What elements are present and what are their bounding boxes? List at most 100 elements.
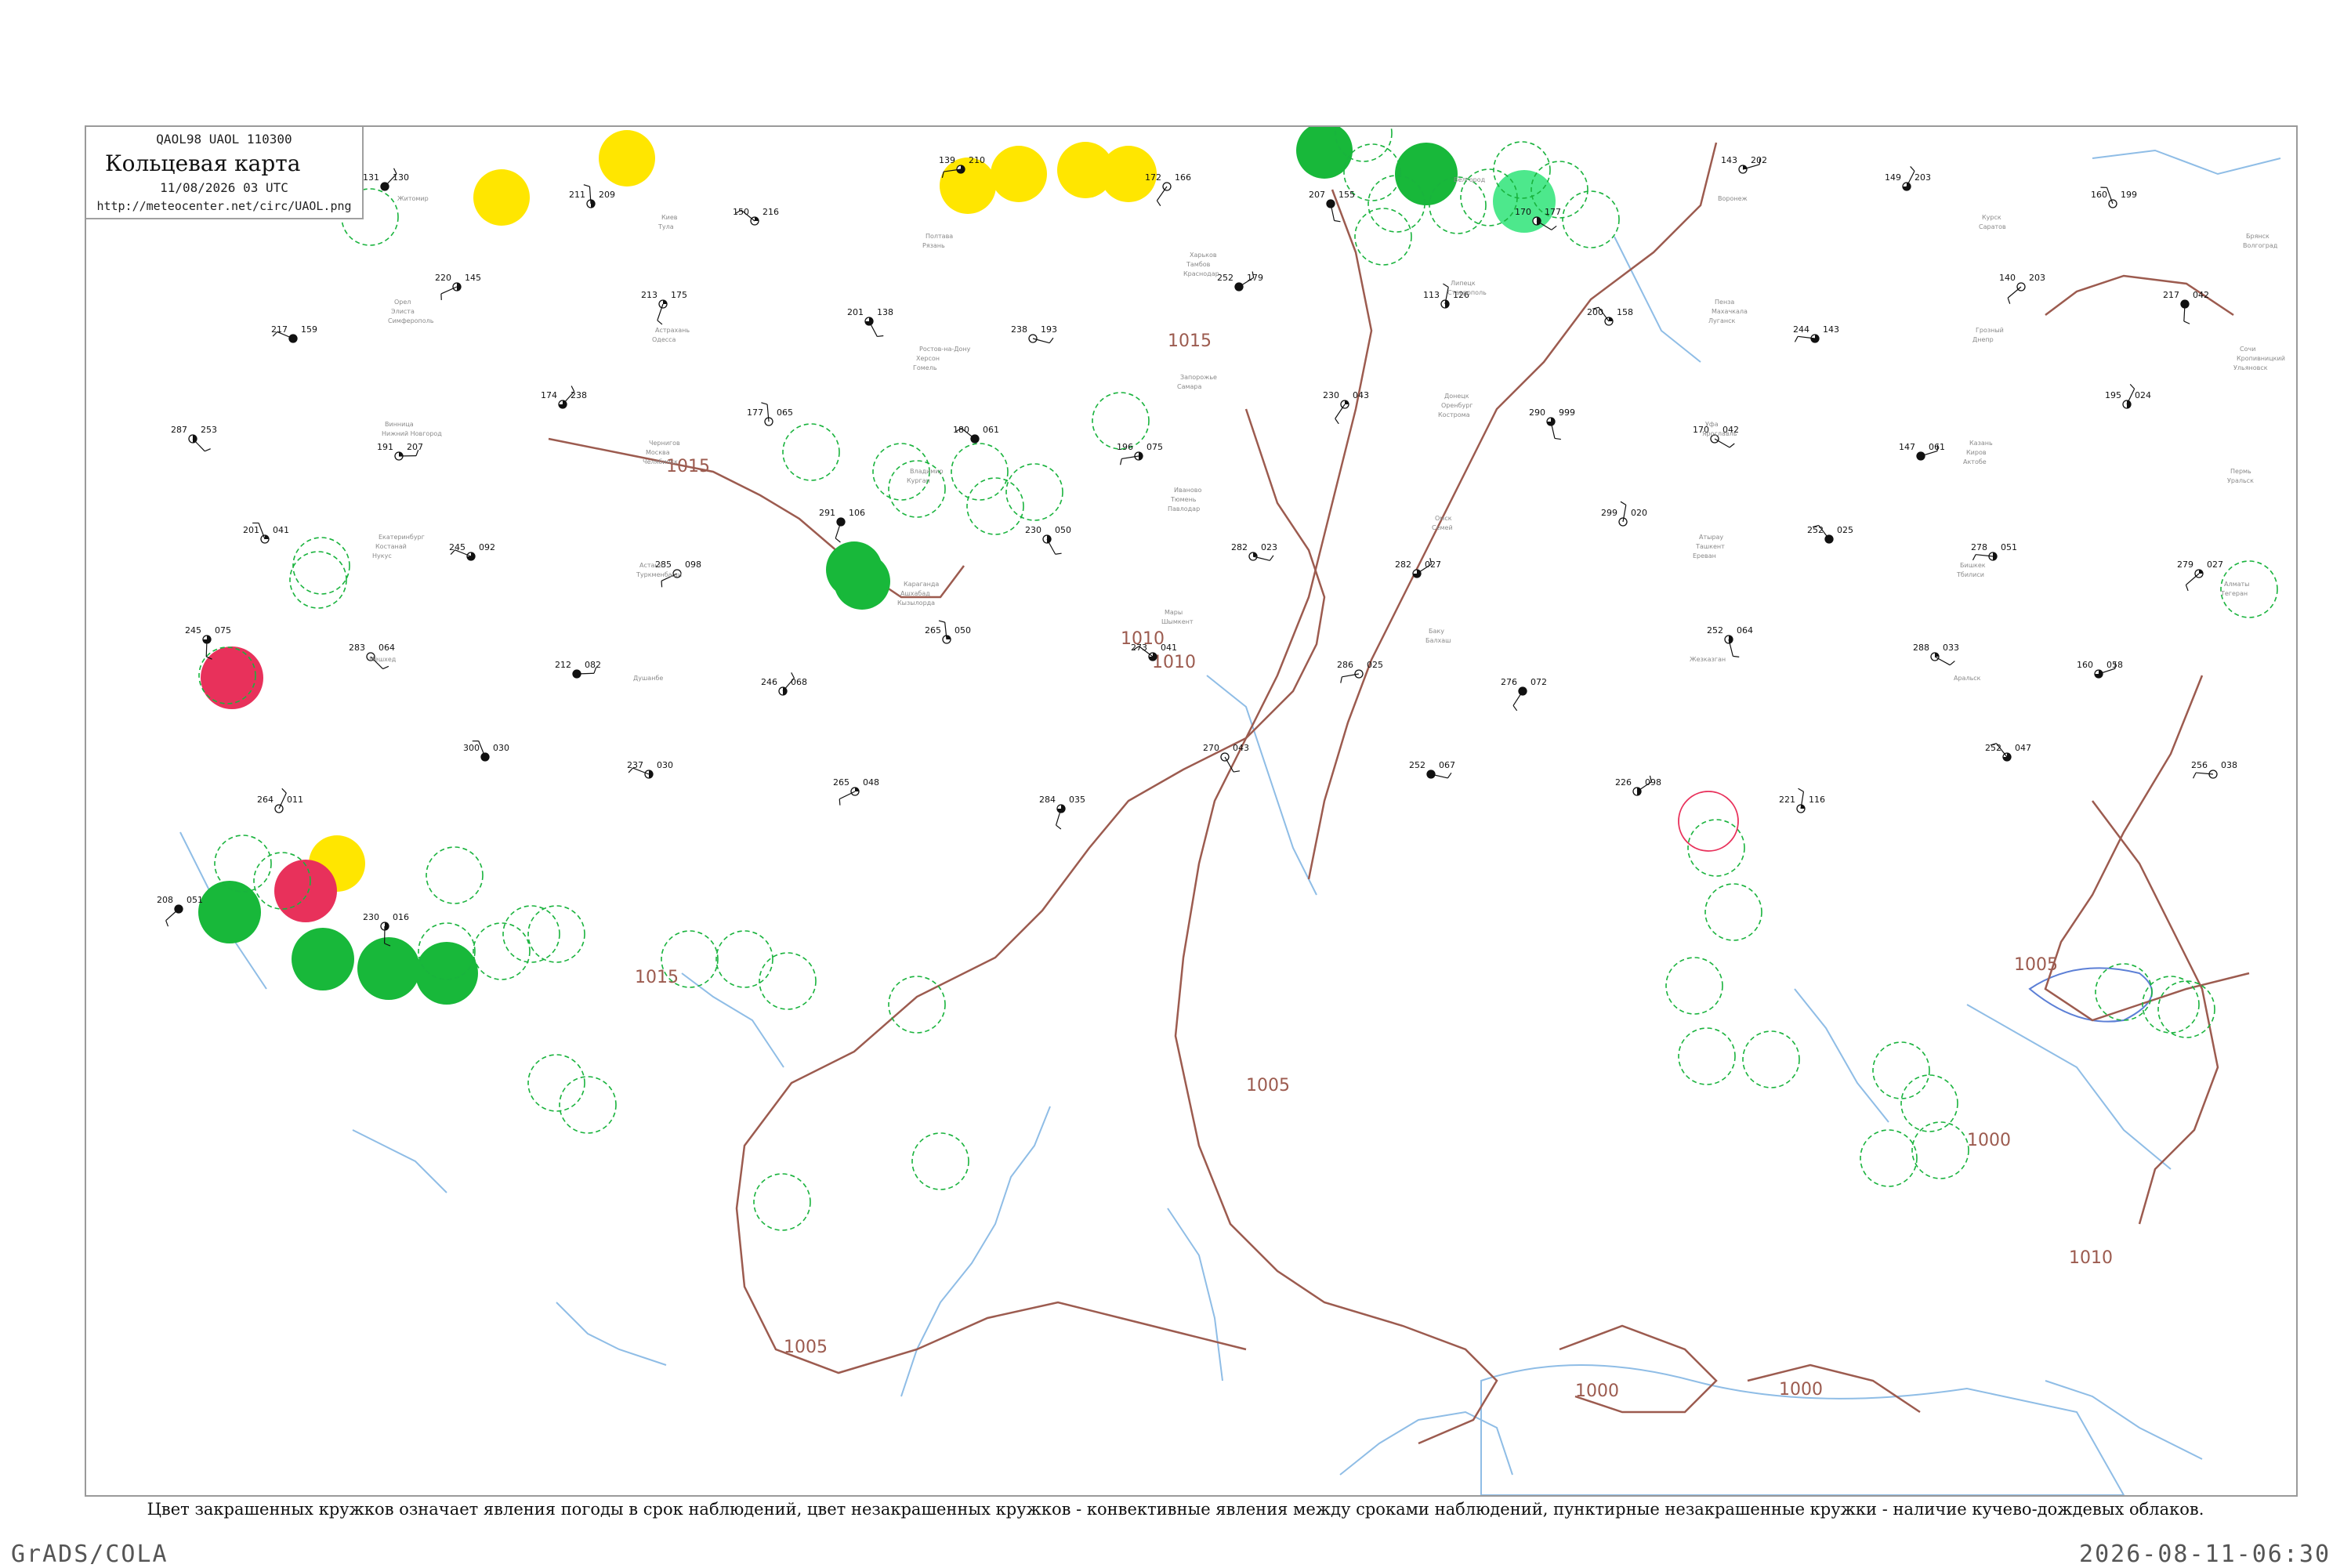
wind-barb-feather (1049, 338, 1053, 342)
source-url[interactable]: http://meteocenter.net/circ/UAOL.png (86, 199, 362, 213)
station-plot: 282023 (1231, 542, 1277, 560)
wind-barb-feather (1799, 788, 1804, 791)
city-label: Оренбург (1441, 402, 1473, 409)
station-temperature: 256 (2191, 760, 2208, 770)
station-temperature: 230 (363, 912, 379, 922)
cb-circle (889, 976, 945, 1033)
station-pressure: 999 (1559, 407, 1575, 418)
wind-barb-feather (1335, 418, 1339, 424)
station-plot: 256038 (2191, 760, 2237, 778)
city-label: Туркменбаши (636, 571, 682, 578)
station-pressure: 210 (969, 155, 985, 165)
city-label: Астрахань (655, 327, 690, 334)
cb-circle (473, 923, 530, 980)
cb-circle (1679, 1028, 1735, 1085)
station-plot: 252179 (1217, 271, 1263, 291)
station-pressure: 027 (2207, 559, 2223, 570)
wind-barb (1513, 691, 1523, 705)
station-temperature: 279 (2177, 559, 2193, 570)
city-label: Семей (1432, 524, 1453, 531)
station-plot: 220145 (435, 273, 481, 300)
river-line (682, 973, 784, 1067)
cb-circle (1873, 1042, 1929, 1099)
wind-barb (193, 439, 205, 451)
wind-barb (2127, 389, 2135, 404)
city-label: Челябинск (643, 458, 678, 465)
station-temperature: 226 (1615, 777, 1632, 788)
weather-circle-precip_green (1395, 143, 1458, 205)
river-line (1340, 1412, 1512, 1475)
station-plot: 195024 (2105, 384, 2151, 408)
station-temperature: 252 (1707, 625, 1723, 636)
city-label: Полтава (926, 233, 953, 240)
river-line (1168, 1208, 1223, 1381)
city-labels: РовноЖитомирКиевПолтаваХарьковБелгородВо… (133, 176, 2285, 682)
station-pressure: 064 (379, 643, 395, 653)
weather-circle-thunder_red (274, 860, 337, 922)
station-plot: 212082 (555, 660, 601, 678)
station-pressure: 050 (955, 625, 971, 636)
station-pressure: 035 (1069, 795, 1085, 805)
isobar-label: 1000 (1575, 1382, 1619, 1401)
isobar-layer: 1015101510101010100510051005100010001000… (549, 143, 2249, 1443)
city-label: Москва (646, 449, 670, 456)
station-pressure: 041 (1161, 643, 1177, 653)
cb-circle (560, 1077, 616, 1133)
city-label: Одесса (652, 336, 676, 343)
station-temperature: 212 (555, 660, 571, 670)
cloud-cover-quarter (1253, 552, 1257, 556)
station-pressure: 043 (1353, 390, 1369, 400)
station-pressure: 203 (1914, 172, 1931, 183)
wind-barb (1935, 657, 1950, 665)
isobar-label: 1010 (2069, 1248, 2113, 1268)
station-temperature: 201 (243, 525, 259, 535)
station-temperature: 265 (925, 625, 941, 636)
station-temperature: 207 (1309, 190, 1325, 200)
city-label: Баку (1429, 628, 1444, 635)
station-temperature: 131 (363, 172, 379, 183)
station-temperature: 245 (185, 625, 201, 636)
isobar-label: 1015 (1168, 331, 1212, 351)
city-label: Тула (657, 223, 674, 230)
station-pressure: 061 (1929, 442, 1945, 452)
station-plot: 226098 (1615, 776, 1661, 795)
station-plot: 208051 (157, 895, 203, 926)
cb-circle (1705, 884, 1762, 940)
station-pressure: 177 (1545, 207, 1561, 217)
station-plot: 191207 (377, 442, 423, 460)
city-label: Краснодар (1183, 270, 1219, 277)
wind-barb-feather (1621, 502, 1626, 505)
cloud-cover-quarter (399, 452, 403, 456)
city-label: Казань (1969, 440, 1993, 447)
city-label: Херсон (916, 355, 940, 362)
station-temperature: 160 (2091, 190, 2107, 200)
wind-barb (839, 791, 855, 799)
wind-barb-feather (1121, 458, 1122, 465)
water-bodies (180, 150, 2280, 1495)
station-temperature: 282 (1231, 542, 1248, 552)
station-pressure: 043 (1233, 743, 1249, 753)
station-temperature: 237 (627, 760, 643, 770)
station-temperature: 252 (1217, 273, 1233, 283)
city-label: Кызылорда (897, 599, 935, 607)
city-label: Липецк (1451, 280, 1476, 287)
wind-barb-feather (1443, 284, 1448, 287)
cloud-cover-quarter (1345, 400, 1349, 404)
station-pressure: 051 (187, 895, 203, 905)
city-label: Воронеж (1718, 195, 1748, 202)
station-plot: 211209 (569, 185, 615, 208)
station-temperature: 230 (1323, 390, 1339, 400)
station-temperature: 177 (747, 407, 763, 418)
wind-barb-feather (1795, 336, 1798, 342)
wind-barb-feather (1233, 771, 1240, 772)
station-pressure: 042 (2193, 290, 2209, 300)
station-plot: 180061 (953, 425, 999, 443)
river-line (901, 1106, 1050, 1396)
weather-circle-precip_green (357, 937, 420, 1000)
station-plot: 286025 (1337, 660, 1383, 683)
wind-barb-feather (1056, 825, 1061, 829)
city-label: Нижний Новгород (382, 430, 442, 437)
station-plot: 174238 (541, 386, 587, 408)
cb-circle (716, 931, 773, 987)
cb-circle (912, 1133, 969, 1190)
